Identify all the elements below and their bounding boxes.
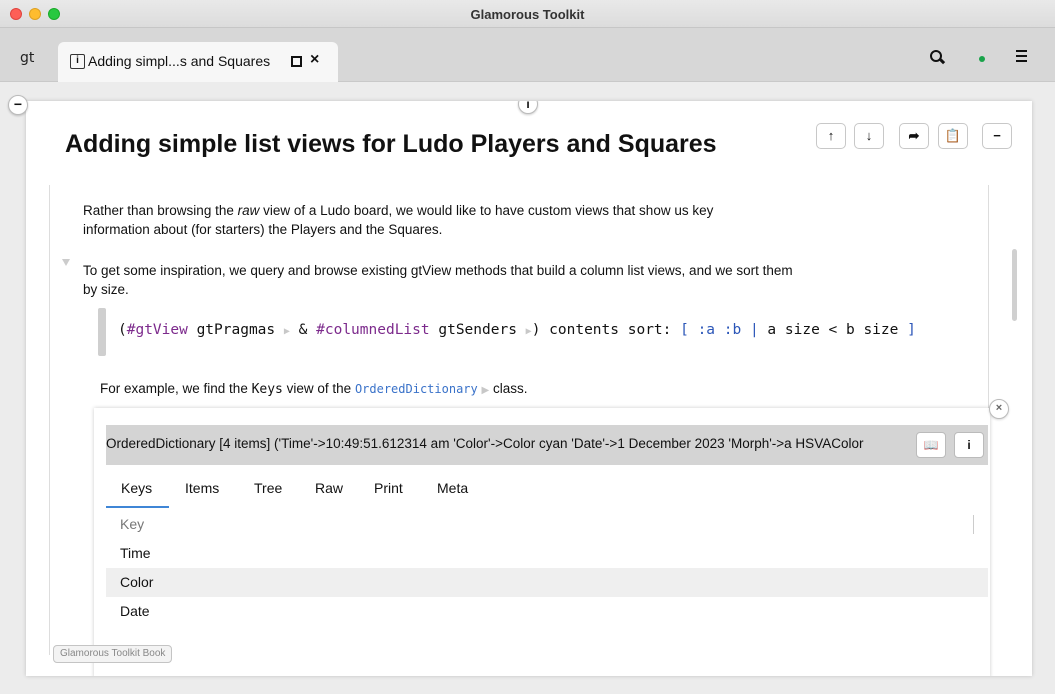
code-snippet-bar [98, 308, 106, 356]
book-button[interactable]: 📖 [916, 432, 946, 458]
paragraph-inspiration: To get some inspiration, we query and br… [83, 263, 793, 297]
close-embedded-view-icon[interactable]: × [989, 399, 1009, 419]
up-arrow-icon: ↑ [827, 128, 835, 143]
content-border-left [49, 185, 50, 655]
clipboard-button[interactable]: 📋 [938, 123, 968, 149]
lepiter-page: i Adding simple list views for Ludo Play… [26, 101, 1032, 676]
share-button[interactable]: ➦ [899, 123, 929, 149]
info-icon: i [967, 438, 971, 452]
paragraph-example: For example, we find the Keys view of th… [100, 381, 528, 397]
inspector-header-text: OrderedDictionary [4 items] ('Time'->10:… [106, 436, 864, 451]
tab-tree[interactable]: Tree [254, 480, 282, 496]
column-header-key[interactable]: Key [106, 510, 988, 539]
minus-icon: − [993, 128, 1001, 143]
window-title: Glamorous Toolkit [470, 7, 585, 22]
tab-print[interactable]: Print [374, 480, 403, 496]
list-item[interactable]: Date [106, 597, 988, 626]
tab-active-page[interactable]: i Adding simpl...s and Squares × [58, 42, 338, 82]
inspect-button[interactable]: i [954, 432, 984, 458]
maximize-tab-icon[interactable] [291, 56, 302, 67]
close-tab-icon[interactable]: × [310, 51, 319, 69]
list-item[interactable]: Color [106, 568, 988, 597]
tab-keys[interactable]: Keys [121, 480, 152, 496]
hamburger-menu-icon[interactable] [1016, 50, 1027, 62]
active-tab-indicator [106, 506, 169, 508]
collapse-page-button[interactable]: − [8, 95, 28, 115]
page-title: Adding simple list views for Ludo Player… [65, 130, 717, 158]
gt-logo[interactable]: gt [20, 50, 34, 66]
embedded-inspector: OrderedDictionary [4 items] ('Time'->10:… [94, 408, 990, 676]
window-titlebar: Glamorous Toolkit [0, 0, 1055, 28]
collapse-button[interactable]: − [982, 123, 1012, 149]
tab-meta[interactable]: Meta [437, 480, 468, 496]
move-down-button[interactable]: ↓ [854, 123, 884, 149]
inspector-tabs: Keys Items Tree Raw Print Meta [106, 468, 988, 510]
down-arrow-icon: ↓ [865, 128, 873, 143]
book-icon: 📖 [923, 438, 939, 452]
keys-list: Key Time Color Date [106, 510, 988, 676]
collapse-triangle-icon[interactable] [62, 259, 70, 266]
code-snippet[interactable]: (#gtView gtPragmas ▶ & #columnedList gtS… [98, 308, 998, 356]
vertical-scrollbar[interactable] [1012, 249, 1017, 321]
tab-items[interactable]: Items [185, 480, 219, 496]
inspector-header: OrderedDictionary [4 items] ('Time'->10:… [106, 425, 988, 465]
clipboard-icon: 📋 [944, 128, 962, 143]
code-text[interactable]: (#gtView gtPragmas ▶ & #columnedList gtS… [118, 322, 916, 338]
tab-label: Adding simpl...s and Squares [88, 53, 271, 69]
tab-raw[interactable]: Raw [315, 480, 343, 496]
status-indicator-icon [979, 56, 985, 62]
workspace: − i Adding simple list views for Ludo Pl… [0, 83, 1055, 694]
page-info-button[interactable]: i [518, 101, 538, 114]
move-up-button[interactable]: ↑ [816, 123, 846, 149]
book-breadcrumb-chip[interactable]: Glamorous Toolkit Book [53, 645, 173, 663]
list-item[interactable]: Time [106, 539, 988, 568]
class-link[interactable]: OrderedDictionary [355, 382, 478, 396]
share-icon: ➦ [908, 128, 920, 143]
paragraph-intro: Rather than browsing the raw view of a L… [83, 203, 714, 237]
tab-bar: gt i Adding simpl...s and Squares × [0, 28, 1055, 82]
page-info-icon: i [70, 54, 85, 69]
search-icon[interactable] [930, 50, 942, 62]
expand-triangle-icon[interactable]: ▶ [482, 385, 490, 396]
